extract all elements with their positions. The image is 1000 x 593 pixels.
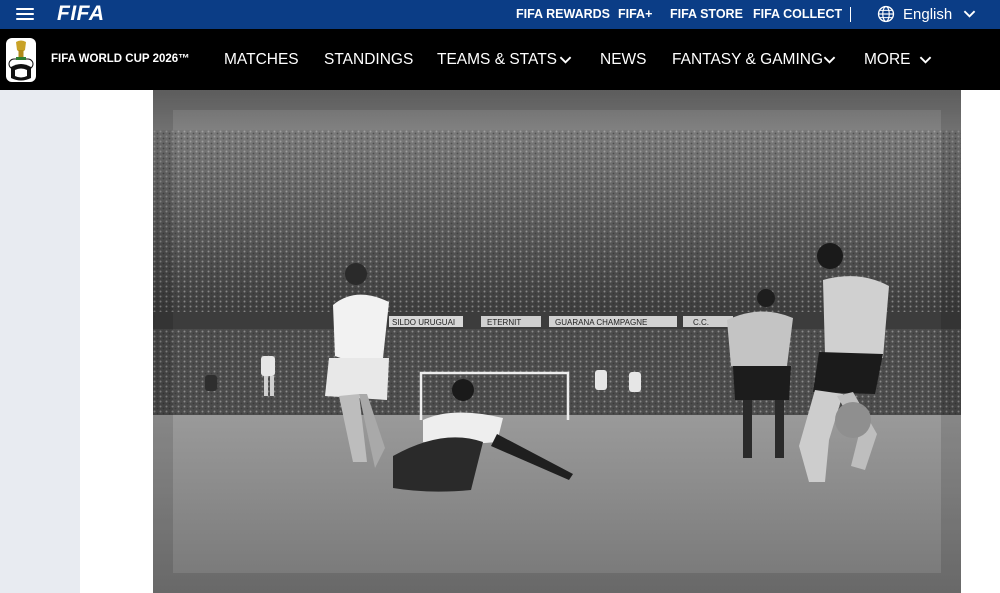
world-cup-trophy-logo[interactable] (5, 37, 37, 83)
chevron-down-icon[interactable] (919, 55, 932, 65)
tournament-title[interactable]: FIFA WORLD CUP 2026™ (51, 29, 190, 90)
hero-photo: SILDO URUGUAI ETERNIT GUARANA CHAMPAGNE … (153, 90, 961, 593)
main-navigation: FIFA WORLD CUP 2026™ MATCHES STANDINGS T… (0, 29, 1000, 90)
nav-teams-stats[interactable]: TEAMS & STATS (437, 29, 557, 90)
header-divider (850, 7, 851, 22)
banner-text: C.C. (693, 318, 709, 327)
language-selector[interactable]: English (877, 0, 987, 29)
nav-fantasy-gaming[interactable]: FANTASY & GAMING (672, 29, 823, 90)
nav-matches[interactable]: MATCHES (224, 29, 299, 90)
nav-news[interactable]: NEWS (600, 29, 647, 90)
link-fifa-collect[interactable]: FIFA COLLECT (753, 0, 842, 29)
globe-icon (877, 5, 895, 23)
link-fifa-plus[interactable]: FIFA+ (618, 0, 652, 29)
language-label: English (903, 6, 953, 23)
chevron-down-icon[interactable] (559, 55, 572, 65)
chevron-down-icon (963, 10, 976, 18)
chevron-down-icon[interactable] (823, 55, 836, 65)
pitch (153, 415, 961, 593)
link-fifa-store[interactable]: FIFA STORE (670, 0, 743, 29)
banner-text: GUARANA CHAMPAGNE (555, 318, 647, 327)
nav-more[interactable]: MORE (864, 29, 911, 90)
link-fifa-rewards[interactable]: FIFA REWARDS (516, 0, 610, 29)
top-utility-bar: FIFA FIFA REWARDS FIFA+ FIFA STORE FIFA … (0, 0, 1000, 29)
banner-text: ETERNIT (487, 318, 521, 327)
fifa-logo[interactable]: FIFA (57, 3, 105, 25)
banner-text: SILDO URUGUAI (392, 318, 455, 327)
football-match-photo: SILDO URUGUAI ETERNIT GUARANA CHAMPAGNE … (153, 90, 961, 593)
left-sidebar (0, 90, 80, 593)
nav-standings[interactable]: STANDINGS (324, 29, 413, 90)
hamburger-menu-icon[interactable] (16, 7, 36, 22)
